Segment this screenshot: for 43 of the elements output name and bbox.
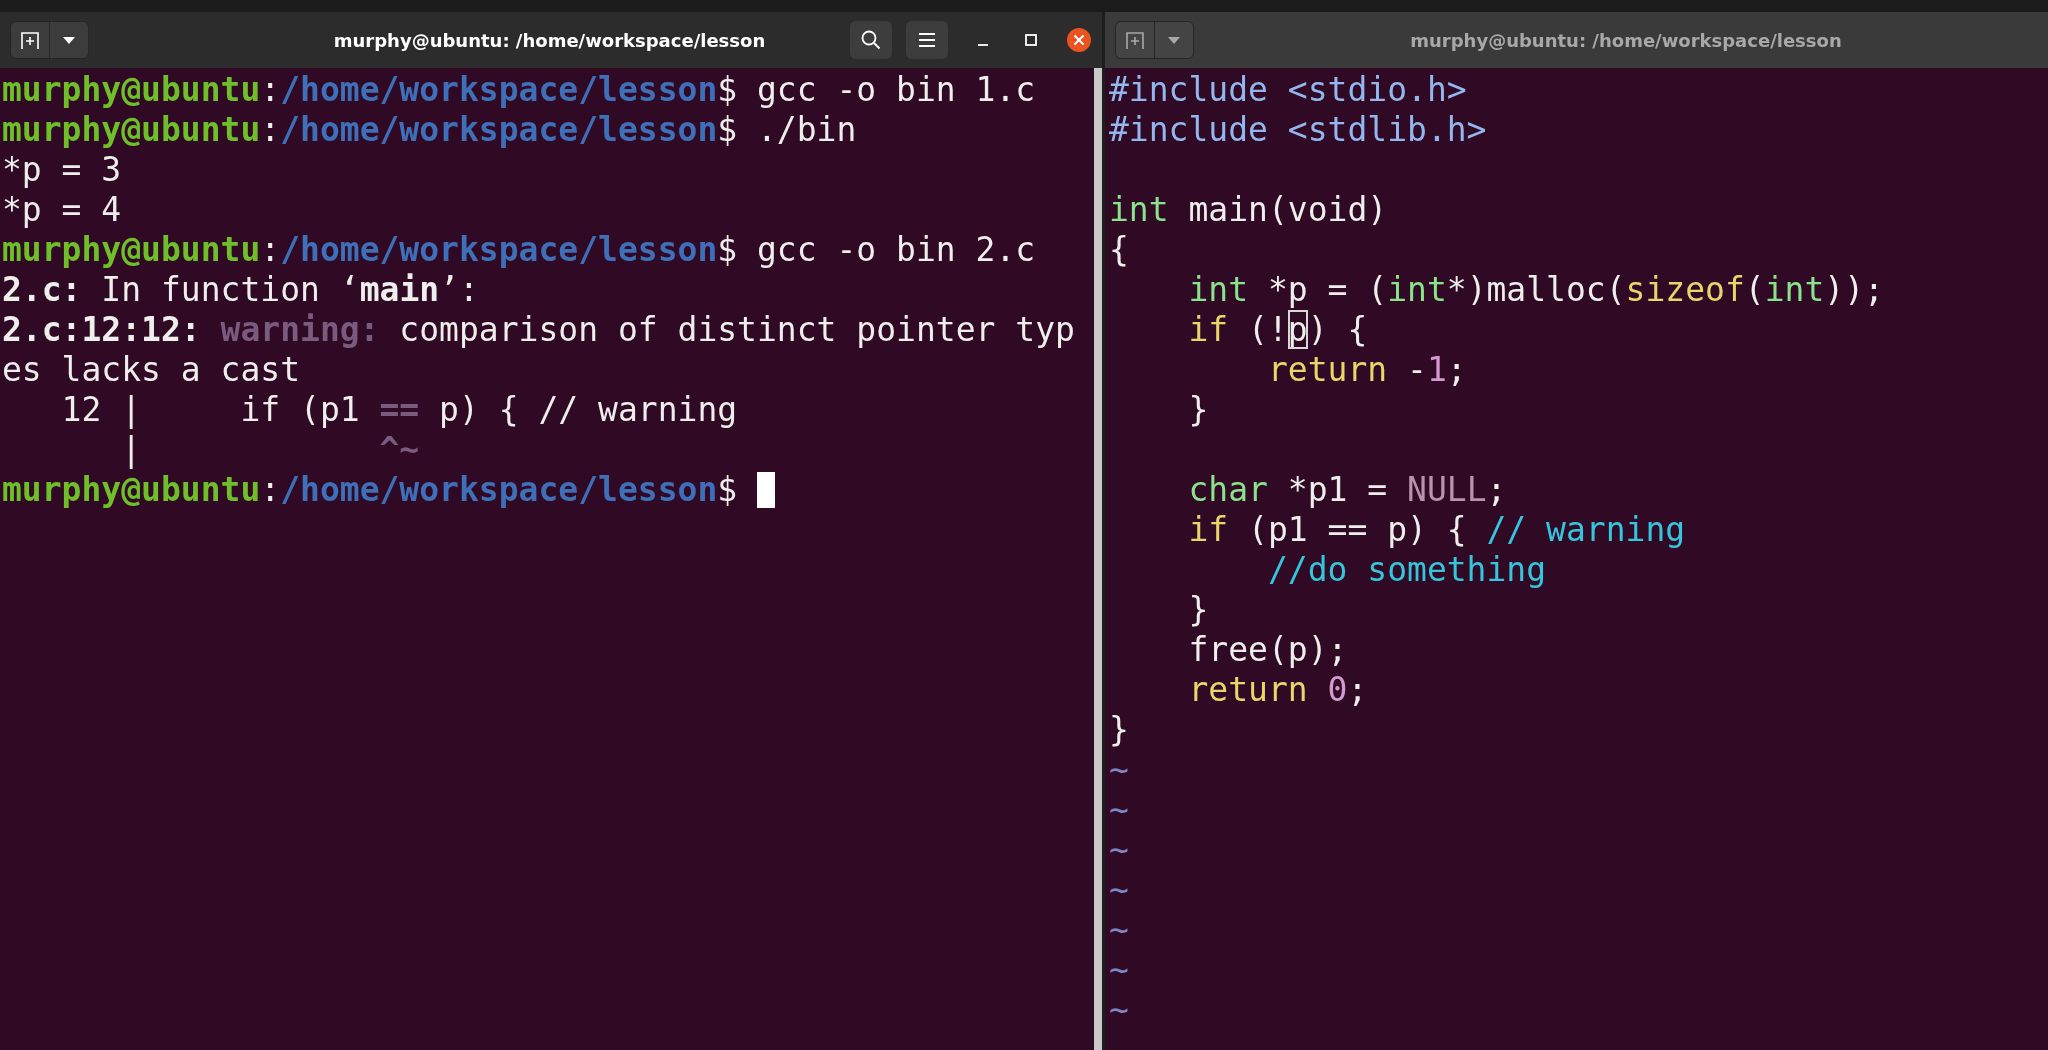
terminal-line: 2.c:12:12: warning: comparison of distinct pointer typ: [2, 310, 1075, 350]
terminal-line: 12 | if (p1 == p) { // warning: [60, 390, 738, 430]
code-line: }: [1109, 710, 1129, 750]
terminal-line: murphy@ubuntu:/home/workspace/lesson$ gcc -o bin 2.c: [2, 230, 1036, 270]
code-line: ~: [1109, 910, 1129, 950]
scrollbar[interactable]: [1094, 68, 1102, 1050]
code-line: #include <stdlib.h>: [1109, 110, 1487, 150]
code-line: ~: [1109, 870, 1129, 910]
code-line: }: [1187, 390, 1209, 430]
code-line: return -1;: [1266, 350, 1467, 390]
menu-icon: [917, 31, 937, 49]
terminal-line: *p = 3: [2, 150, 122, 190]
terminal-line: es lacks a cast: [2, 350, 300, 390]
code-line: char *p1 = NULL;: [1187, 470, 1507, 510]
code-line: free(p);: [1187, 630, 1348, 670]
code-line: if (!p) {: [1187, 310, 1368, 350]
code-line: ~: [1109, 990, 1129, 1030]
terminal-line: murphy@ubuntu:/home/workspace/lesson$ gcc -o bin 1.c: [2, 70, 1036, 110]
code-line: ~: [1109, 790, 1129, 830]
code-line: int *p = (int*)malloc(sizeof(int));: [1187, 270, 1884, 310]
terminal-line: *p = 4: [2, 190, 122, 230]
terminal-line: 2.c: In function ‘main’:: [2, 270, 479, 310]
window-title: murphy@ubuntu: /home/workspace/lesson: [1409, 29, 1843, 51]
code-line: {: [1109, 230, 1129, 270]
search-icon: [860, 29, 882, 51]
new-tab-button-group[interactable]: [10, 21, 89, 59]
code-line: return 0;: [1187, 670, 1368, 710]
code-line: ~: [1109, 750, 1129, 790]
code-line: }: [1187, 590, 1209, 630]
window-title: murphy@ubuntu: /home/workspace/lesson: [332, 29, 767, 51]
code-line: //do something: [1266, 550, 1547, 590]
close-icon[interactable]: [1066, 27, 1092, 53]
terminal-line: murphy@ubuntu:/home/workspace/lesson$ ./bin: [2, 110, 857, 150]
code-line: ~: [1109, 830, 1129, 870]
search-button[interactable]: [850, 21, 892, 59]
terminal-line: | ^~: [120, 430, 420, 470]
code-line: int main(void): [1109, 190, 1388, 230]
code-line: #include <stdio.h>: [1109, 70, 1467, 110]
code-line: ~: [1109, 950, 1129, 990]
terminal-line: murphy@ubuntu:/home/workspace/lesson$: [2, 470, 738, 510]
new-tab-button-group[interactable]: [1115, 21, 1194, 59]
menu-button[interactable]: [906, 21, 948, 59]
code-line: if (p1 == p) { // warning: [1187, 510, 1686, 550]
